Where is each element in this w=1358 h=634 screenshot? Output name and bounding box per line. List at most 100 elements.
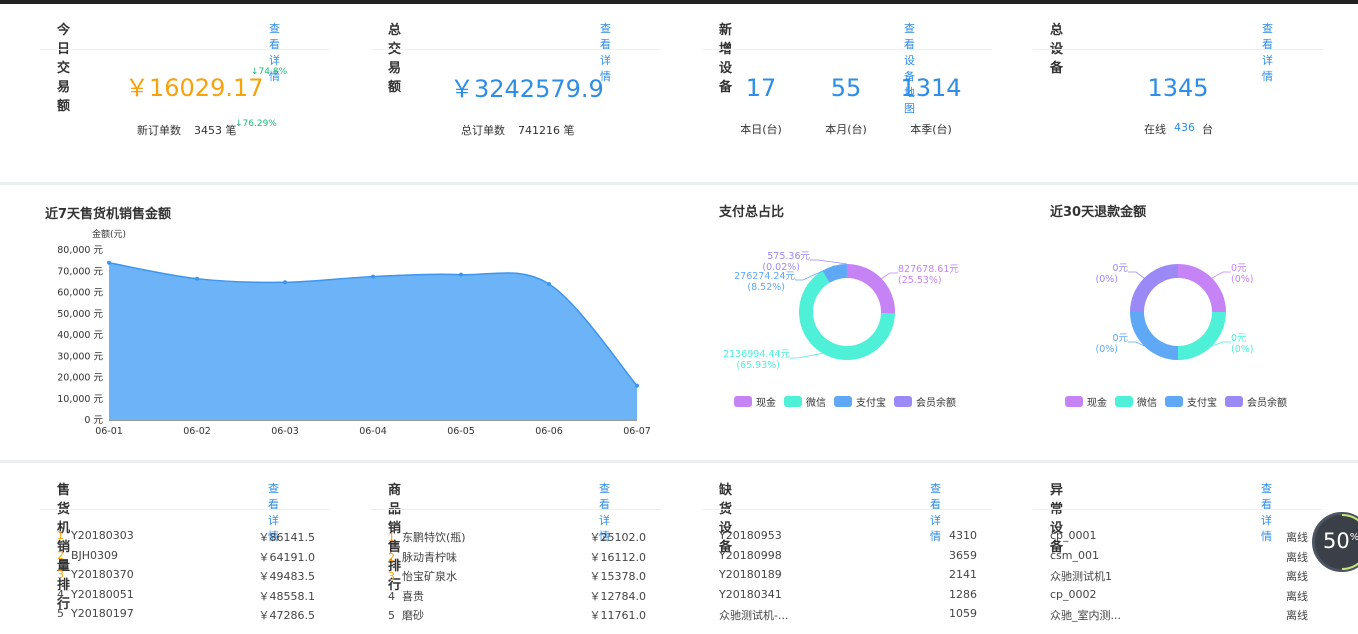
new-devices-quarter: 1314 xyxy=(900,74,962,102)
list-item[interactable]: 1 Y20180303 ￥86141.5 xyxy=(57,529,316,544)
list-item[interactable]: 4 Y20180051 ￥48558.1 xyxy=(57,587,315,603)
pie-slice[interactable] xyxy=(1178,312,1226,360)
list-item[interactable]: 3 怡宝矿泉水 ￥15378.0 xyxy=(388,568,646,584)
legend-swatch xyxy=(834,396,852,407)
pie-slice[interactable] xyxy=(1178,264,1226,312)
item-value: ￥86141.5 xyxy=(258,531,316,544)
refund-title: 近30天退款金额 xyxy=(1050,205,1147,220)
rank-number: 4 xyxy=(57,587,64,601)
item-name: Y20180953 xyxy=(719,529,782,542)
pie-label-value: 575.36元 xyxy=(767,251,810,262)
out-of-stock-title: 缺货设备 xyxy=(719,483,733,555)
list-item[interactable]: csm_001 离线 xyxy=(1050,549,1308,564)
pie-label-value: 0元 xyxy=(1112,263,1128,274)
list-item[interactable]: 4 喜贵 ￥12784.0 xyxy=(388,588,646,604)
pie-slice[interactable] xyxy=(847,264,895,314)
list-item[interactable]: 3 Y20180370 ￥49483.5 xyxy=(57,568,316,583)
legend-swatch xyxy=(1065,396,1083,407)
divider xyxy=(40,509,330,510)
data-point[interactable] xyxy=(195,276,199,281)
list-item[interactable]: 众驰测试机1 离线 xyxy=(1050,568,1308,584)
legend-item-wechat[interactable]: 微信 xyxy=(1115,394,1157,409)
list-item[interactable]: Y20180953 4310 xyxy=(719,529,977,542)
pie-label-value: 0元 xyxy=(1231,263,1247,274)
list-item[interactable]: 众驰_室内测... 离线 xyxy=(1050,607,1308,623)
item-name: 众驰测试机1 xyxy=(1050,570,1112,583)
legend-item-member[interactable]: 会员余额 xyxy=(894,394,956,409)
item-name: 喜贵 xyxy=(402,589,424,603)
x-tick-label: 06-01 xyxy=(95,426,123,437)
all-devices-detail-link[interactable]: 查看详情 xyxy=(1262,20,1273,84)
legend-item-cash[interactable]: 现金 xyxy=(734,394,776,409)
rank-number: 5 xyxy=(388,609,395,622)
data-point[interactable] xyxy=(635,383,639,388)
item-name: Y20180189 xyxy=(719,568,782,581)
today-amount: ￥16029.17 xyxy=(125,74,264,102)
item-value: ￥47286.5 xyxy=(258,609,316,622)
item-name: Y20180197 xyxy=(71,607,134,620)
refund-donut-chart: 0元(0%)0元(0%)0元(0%)0元(0%) xyxy=(1096,263,1253,360)
item-name: Y20180051 xyxy=(71,587,134,601)
item-value: 离线 xyxy=(1286,589,1308,603)
rank-number: 2 xyxy=(57,548,64,562)
list-item[interactable]: 5 Y20180197 ￥47286.5 xyxy=(57,607,316,622)
item-value: ￥49483.5 xyxy=(258,570,316,583)
divider xyxy=(40,49,330,50)
item-name: Y20180998 xyxy=(719,548,782,562)
divider xyxy=(371,509,661,510)
item-value: 离线 xyxy=(1286,609,1308,622)
list-item[interactable]: Y20180341 1286 xyxy=(719,588,977,601)
list-item[interactable]: Y20180998 3659 xyxy=(719,549,977,562)
item-name: cp_0001 xyxy=(1050,529,1097,542)
rank-number: 1 xyxy=(57,529,64,542)
list-item[interactable]: 5 磨砂 ￥11761.0 xyxy=(388,607,646,623)
divider xyxy=(702,509,992,510)
total-orders-label: 总订单数 xyxy=(461,124,505,137)
legend-swatch xyxy=(1165,396,1183,407)
all-devices-value: 1345 xyxy=(1147,74,1209,102)
abnormal-title: 异常设备 xyxy=(1050,483,1064,555)
sales-area-chart: 金额(元) 0 元 10,000 元 20,000 元 30,000 元 40,000 元… xyxy=(57,228,651,437)
item-name: Y20180370 xyxy=(71,568,134,581)
y-tick-label: 20,000 元 xyxy=(57,373,103,384)
legend-swatch xyxy=(894,396,912,407)
list-item[interactable]: cp_0001 离线 xyxy=(1050,529,1308,544)
x-tick-label: 06-02 xyxy=(183,426,211,437)
legend-item-cash[interactable]: 现金 xyxy=(1065,394,1107,409)
list-item[interactable]: 2 脉动青柠味 ￥16112.0 xyxy=(388,549,646,565)
pie-slice[interactable] xyxy=(1130,312,1178,360)
total-trade-title: 总交易额 xyxy=(388,23,402,95)
new-devices-quarter-label: 本季(台) xyxy=(910,123,952,136)
item-value: ￥12784.0 xyxy=(589,589,647,603)
item-name: BJH0309 xyxy=(71,548,119,562)
list-item[interactable]: 2 BJH0309 ￥64191.0 xyxy=(57,548,315,564)
data-point[interactable] xyxy=(283,280,287,285)
legend-item-wechat[interactable]: 微信 xyxy=(784,394,826,409)
legend-item-alipay[interactable]: 支付宝 xyxy=(1165,394,1217,409)
list-item[interactable]: cp_0002 离线 xyxy=(1050,588,1308,603)
item-value: 离线 xyxy=(1286,550,1308,564)
refund-legend: 现金 微信 支付宝 会员余额 xyxy=(1065,394,1295,409)
legend-item-alipay[interactable]: 支付宝 xyxy=(834,394,886,409)
item-value: 1286 xyxy=(949,587,977,601)
data-point[interactable] xyxy=(371,274,375,279)
progress-value: 50% xyxy=(1323,529,1358,553)
data-point[interactable] xyxy=(459,272,463,277)
item-value: 2141 xyxy=(949,568,977,581)
pie-slice[interactable] xyxy=(1130,264,1178,312)
list-item[interactable]: Y20180189 2141 xyxy=(719,568,977,581)
item-value: 离线 xyxy=(1286,531,1308,544)
y-tick-label: 70,000 元 xyxy=(57,266,103,277)
pie-label-pct: (8.52%) xyxy=(747,282,785,293)
legend-item-member[interactable]: 会员余额 xyxy=(1225,394,1287,409)
y-tick-label: 60,000 元 xyxy=(57,288,103,299)
list-item[interactable]: 1 东鹏特饮(瓶) ￥25102.0 xyxy=(388,529,646,545)
data-point[interactable] xyxy=(547,282,551,286)
data-point[interactable] xyxy=(107,260,111,265)
list-item[interactable]: 众驰测试机-... 1059 xyxy=(719,607,977,623)
progress-badge[interactable]: 50% xyxy=(1312,512,1358,572)
x-tick-label: 06-04 xyxy=(359,426,387,437)
item-value: 4310 xyxy=(949,529,977,542)
pie-label-pct: (0.02%) xyxy=(762,262,800,273)
new-devices-today: 17 xyxy=(745,74,777,102)
